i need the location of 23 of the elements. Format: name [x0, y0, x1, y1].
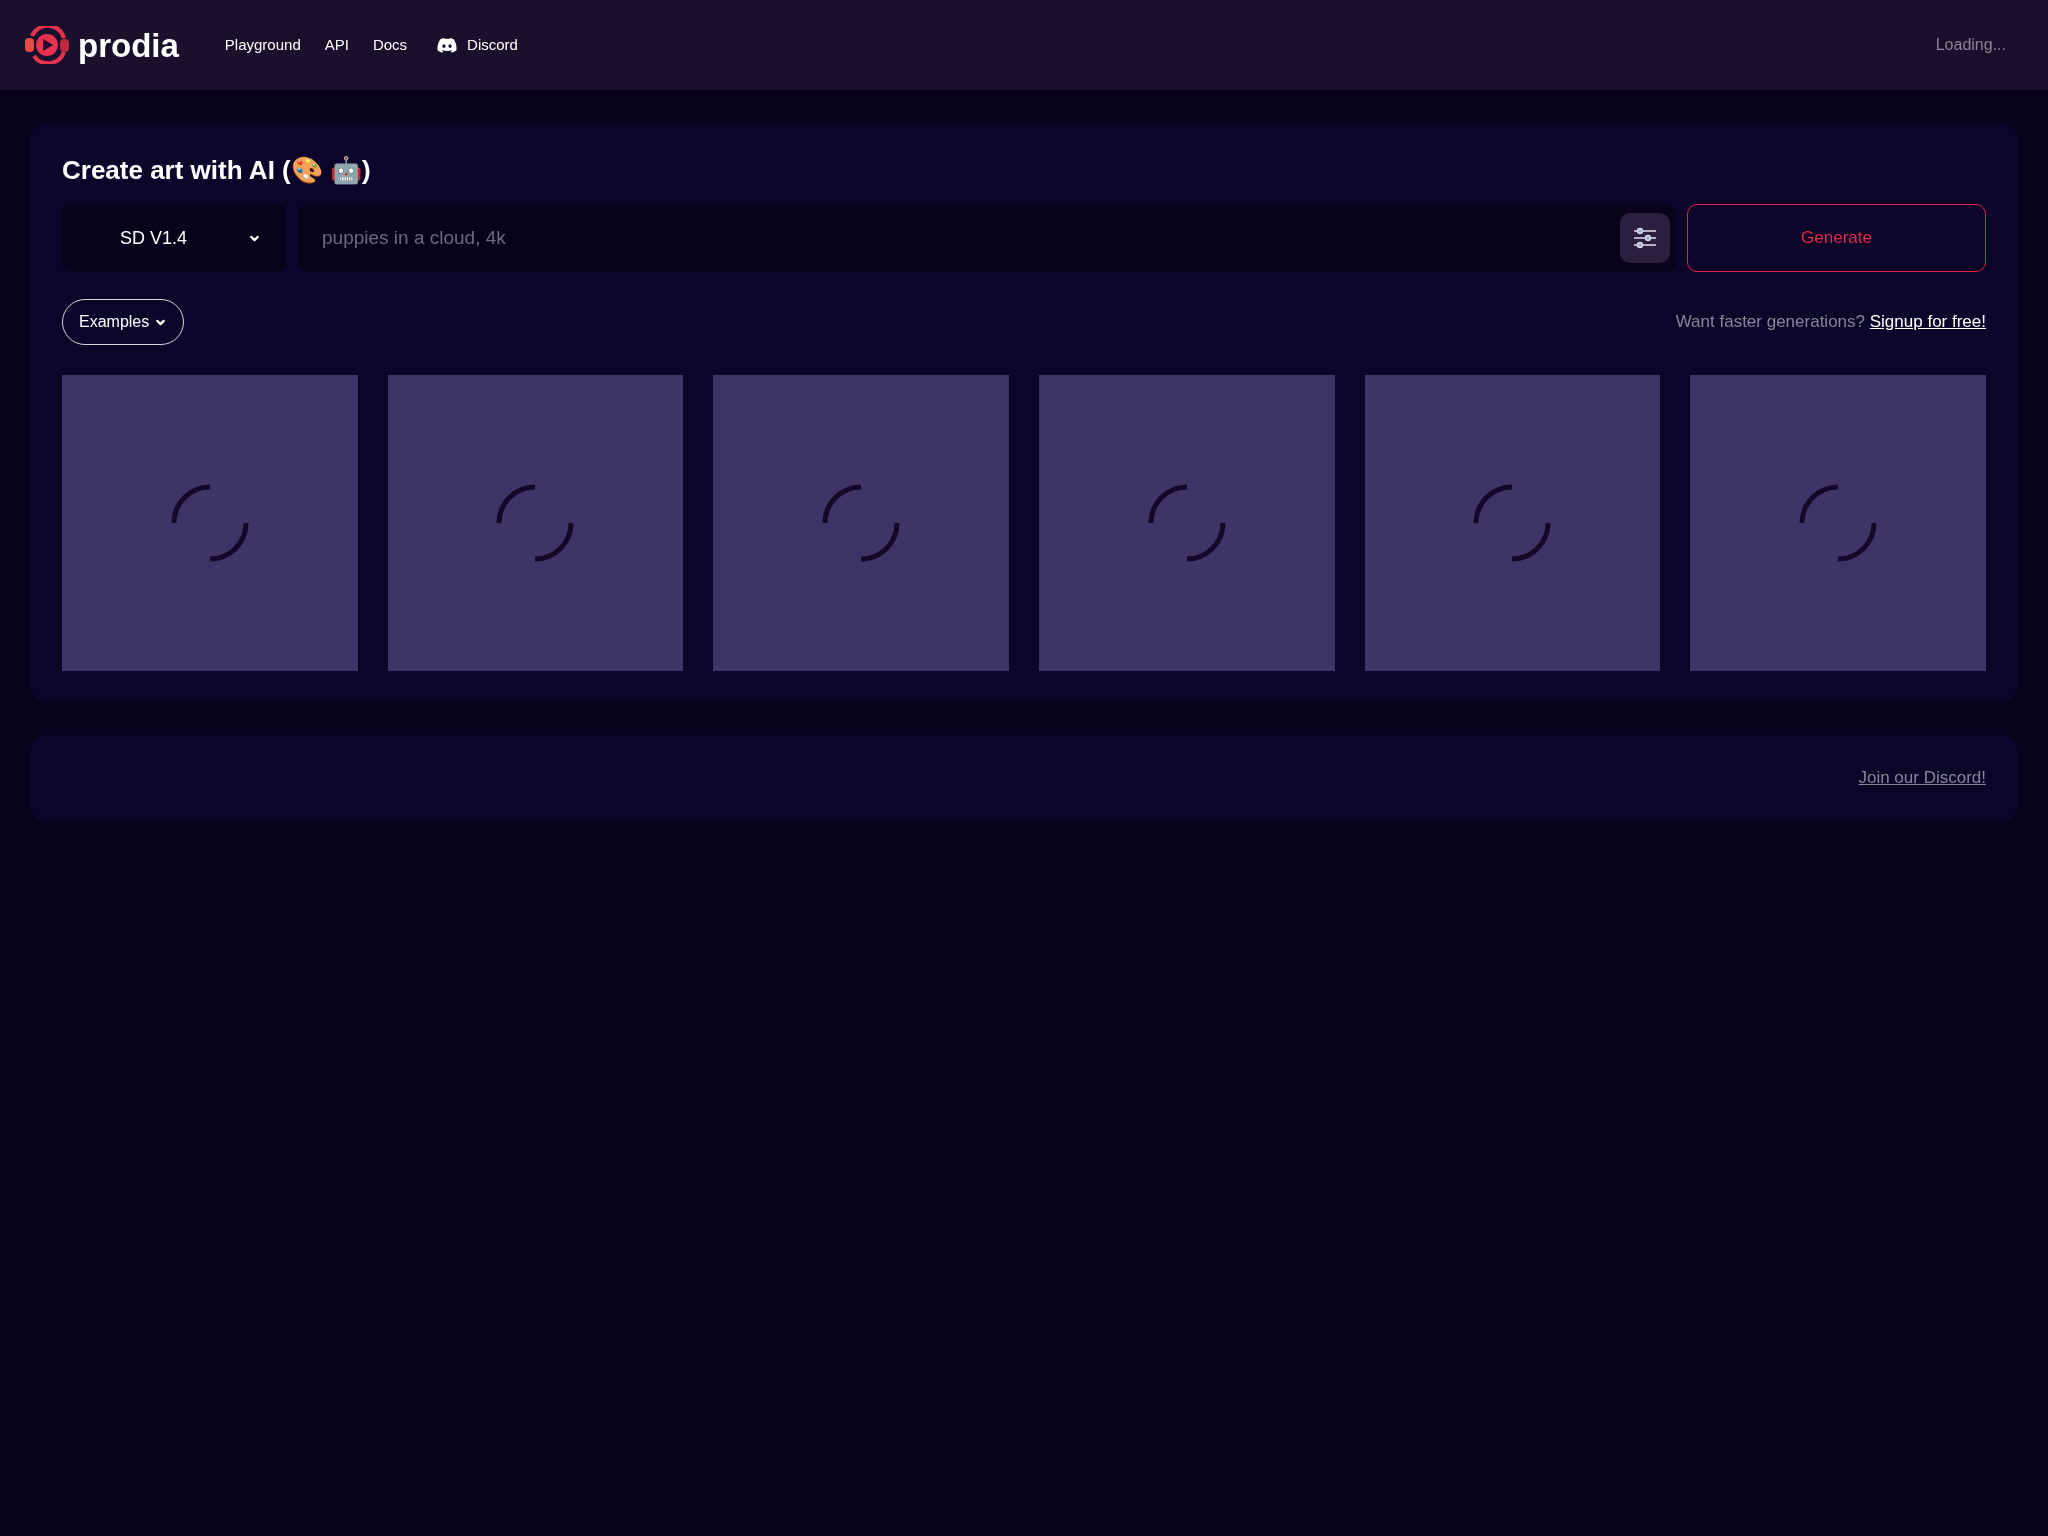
discord-icon — [437, 37, 458, 53]
discord-link[interactable]: Discord — [437, 33, 518, 57]
signup-prompt: Want faster generations? Signup for free! — [1675, 311, 1986, 334]
loading-spinner-icon — [1473, 483, 1552, 562]
loading-spinner-icon — [170, 483, 249, 562]
loading-spinner-icon — [496, 483, 575, 562]
logo-icon — [24, 26, 70, 64]
discord-join-link[interactable]: Join our Discord! — [1858, 764, 1986, 791]
prompt-input-field[interactable]: puppies in a cloud, 4k — [298, 204, 1676, 272]
loading-spinner-icon — [822, 483, 901, 562]
loading-spinner-icon — [1147, 483, 1226, 562]
sliders-icon — [1633, 227, 1657, 249]
model-select[interactable]: SD V1.4 — [62, 204, 287, 272]
nav-link[interactable]: Playground — [224, 33, 301, 57]
loading-spinner-icon — [1799, 483, 1878, 562]
loading-status: Loading... — [1935, 35, 2006, 55]
settings-button[interactable] — [1620, 213, 1670, 263]
nav-link[interactable]: Docs — [372, 33, 408, 57]
signup-link[interactable]: Signup for free! — [1869, 312, 1986, 332]
brand-name: prodia — [78, 28, 179, 62]
card-title: Create art with AI (🎨 🤖) — [62, 154, 372, 186]
nav-link[interactable]: API — [324, 33, 349, 57]
generate-button[interactable]: Generate — [1687, 204, 1986, 272]
